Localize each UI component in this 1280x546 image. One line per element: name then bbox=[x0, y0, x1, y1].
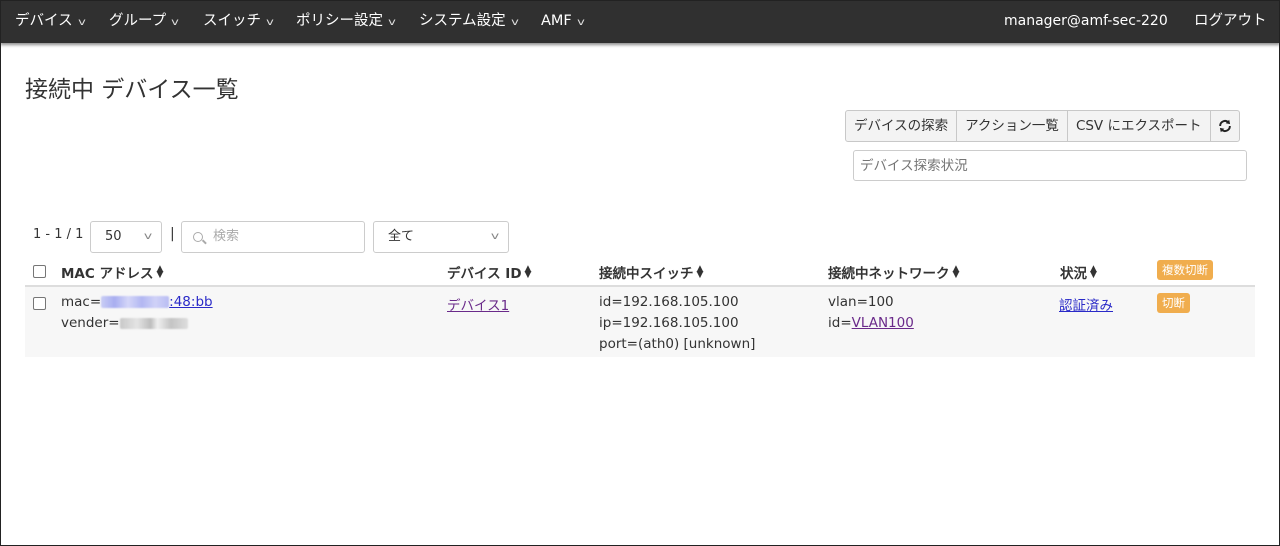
device-id-link[interactable]: デバイス1 bbox=[447, 298, 509, 314]
logged-in-user: manager@amf-sec-220 bbox=[1004, 13, 1168, 29]
switch-ip: ip=192.168.105.100 bbox=[599, 315, 739, 331]
network-id-cell: id=VLAN100 bbox=[828, 315, 914, 331]
column-label: 接続中ネットワーク bbox=[828, 266, 950, 282]
mac-prefix: mac= bbox=[61, 294, 102, 310]
nav-menu-amf[interactable]: AMF v bbox=[541, 0, 585, 43]
nav-menu-groups[interactable]: グループ v bbox=[109, 0, 179, 43]
nav-label: システム設定 bbox=[419, 13, 506, 29]
chevron-down-icon: v bbox=[77, 17, 86, 28]
status-filter-select[interactable]: 全て v bbox=[373, 221, 509, 253]
logout-link[interactable]: ログアウト bbox=[1194, 0, 1267, 43]
chevron-down-icon: v bbox=[266, 17, 274, 28]
top-navbar: デバイス v グループ v スイッチ v ポリシー設定 v システム設定 v AMF v m… bbox=[0, 0, 1280, 43]
search-icon bbox=[193, 232, 203, 242]
column-header-status[interactable]: 状況 ▲ ▼ bbox=[1060, 262, 1097, 283]
device-id-cell: デバイス1 bbox=[447, 294, 509, 314]
chevron-down-icon: v bbox=[388, 17, 396, 28]
nav-label: ポリシー設定 bbox=[296, 13, 383, 29]
mac-address-cell: mac= :48:bb bbox=[61, 294, 213, 310]
network-id-prefix: id= bbox=[828, 315, 852, 331]
page-size-select[interactable]: 50 v bbox=[90, 221, 162, 253]
separator: | bbox=[170, 226, 175, 242]
pagination-range: 1 - 1 / 1 bbox=[33, 227, 84, 242]
column-header-network[interactable]: 接続中ネットワーク ▲ ▼ bbox=[828, 262, 960, 283]
csv-export-button[interactable]: CSV にエクスポート bbox=[1066, 110, 1211, 142]
nav-menu-policy-settings[interactable]: ポリシー設定 v bbox=[296, 0, 396, 43]
sort-icon: ▲ ▼ bbox=[524, 264, 532, 280]
toolbar-button-group: デバイスの探索 アクション一覧 CSV にエクスポート bbox=[845, 110, 1240, 142]
sort-icon: ▲ ▼ bbox=[1090, 264, 1097, 280]
row-checkbox[interactable] bbox=[33, 297, 46, 310]
select-all-checkbox[interactable] bbox=[33, 265, 46, 278]
status-cell: 認証済み bbox=[1059, 294, 1113, 314]
sort-icon: ▲ ▼ bbox=[952, 264, 960, 280]
nav-menu-switches[interactable]: スイッチ v bbox=[203, 0, 274, 43]
switch-id: id=192.168.105.100 bbox=[599, 294, 739, 310]
status-filter-value: 全て bbox=[388, 229, 415, 244]
nav-label: デバイス bbox=[15, 13, 73, 29]
disconnect-button[interactable]: 切断 bbox=[1157, 293, 1190, 313]
redacted-mac bbox=[101, 296, 170, 308]
chevron-down-icon: v bbox=[576, 17, 585, 28]
sort-icon: ▲ ▼ bbox=[156, 264, 164, 280]
refresh-button[interactable] bbox=[1209, 110, 1240, 142]
switch-port: port=(ath0) [unknown] bbox=[599, 336, 756, 352]
redacted-vendor bbox=[119, 317, 188, 329]
page-size-value: 50 bbox=[105, 229, 122, 244]
column-label: 状況 bbox=[1060, 266, 1087, 282]
refresh-icon bbox=[1218, 119, 1231, 133]
sort-icon: ▲ ▼ bbox=[696, 264, 704, 280]
vendor-cell: vender= bbox=[61, 315, 188, 331]
status-link[interactable]: 認証済み bbox=[1059, 298, 1113, 314]
column-header-device-id[interactable]: デバイス ID ▲ ▼ bbox=[447, 262, 532, 283]
column-label: 接続中スイッチ bbox=[599, 266, 694, 282]
nav-label: スイッチ bbox=[203, 13, 261, 29]
chevron-down-icon: v bbox=[143, 231, 153, 242]
column-label: デバイス ID bbox=[447, 266, 522, 282]
nav-menu-system-settings[interactable]: システム設定 v bbox=[419, 0, 518, 43]
nav-menu-devices[interactable]: デバイス v bbox=[15, 0, 85, 43]
column-header-mac[interactable]: MAC アドレス ▲ ▼ bbox=[61, 262, 164, 283]
search-input[interactable]: 検索 bbox=[181, 221, 365, 253]
page-title: 接続中 デバイス一覧 bbox=[25, 77, 239, 103]
explore-status-field[interactable] bbox=[853, 150, 1247, 181]
network-vlan: vlan=100 bbox=[828, 294, 894, 310]
explore-devices-button[interactable]: デバイスの探索 bbox=[845, 110, 958, 142]
nav-label: AMF bbox=[541, 13, 572, 29]
bulk-disconnect-button[interactable]: 複数切断 bbox=[1157, 260, 1213, 280]
chevron-down-icon: v bbox=[510, 17, 519, 28]
network-id-link[interactable]: VLAN100 bbox=[852, 315, 914, 331]
nav-label: グループ bbox=[109, 13, 167, 29]
search-placeholder: 検索 bbox=[213, 229, 240, 244]
mac-suffix: :48:bb bbox=[169, 294, 213, 310]
column-header-switch[interactable]: 接続中スイッチ ▲ ▼ bbox=[599, 262, 704, 283]
action-list-button[interactable]: アクション一覧 bbox=[956, 110, 1068, 142]
column-label: MAC アドレス bbox=[61, 266, 154, 282]
chevron-down-icon: v bbox=[490, 231, 500, 242]
chevron-down-icon: v bbox=[171, 17, 179, 28]
mac-address-link[interactable]: :48:bb bbox=[101, 294, 213, 310]
vendor-prefix: vender= bbox=[61, 315, 120, 331]
